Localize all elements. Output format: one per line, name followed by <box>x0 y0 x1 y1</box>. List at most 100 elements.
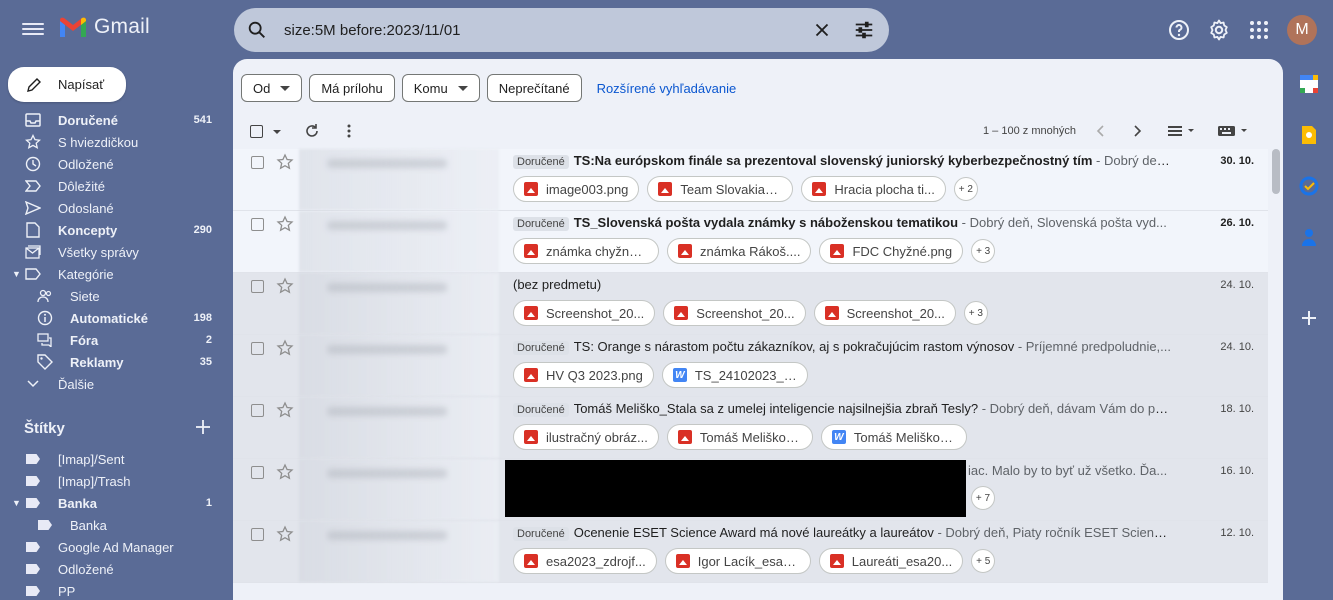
attachment-chip[interactable]: známka chyžné.... <box>513 238 659 264</box>
filter-from-chip[interactable]: Od <box>241 74 303 102</box>
row-checkbox[interactable] <box>251 466 264 479</box>
more-attachments-badge[interactable]: + 3 <box>971 239 996 263</box>
nav-item-snoozed[interactable]: Odložené <box>0 153 225 175</box>
label-item-google-ad-manager[interactable]: Google Ad Manager <box>0 536 225 558</box>
attachment-chip[interactable]: image003.png <box>513 176 640 202</box>
attachment-chip[interactable]: Laureáti_esa20... <box>818 548 964 574</box>
email-row[interactable]: Doručené Tomáš Meliško_Stala sa z umelej … <box>233 397 1268 459</box>
nav-item-starred[interactable]: S hviezdičkou <box>0 131 225 153</box>
attachment-chip[interactable]: W TS_24102023_H... <box>661 362 808 388</box>
chevron-left-icon[interactable] <box>1093 123 1109 139</box>
star-icon[interactable] <box>276 525 294 543</box>
attachment-chip[interactable]: W Tomáš Meliško_... <box>820 424 967 450</box>
list-scrollbar[interactable] <box>1272 149 1280 194</box>
star-icon[interactable] <box>276 401 294 419</box>
attachment-chip[interactable]: Igor Lacík_esa2... <box>664 548 811 574</box>
filter-unread-chip[interactable]: Neprečítané <box>486 74 582 102</box>
row-checkbox[interactable] <box>251 156 264 169</box>
star-icon[interactable] <box>276 463 294 481</box>
help-icon[interactable] <box>1167 18 1191 42</box>
email-row[interactable]: Doručené TS:Na európskom finále sa prezen… <box>233 149 1268 211</box>
attachment-chip[interactable]: Tomáš Meliško_... <box>666 424 813 450</box>
add-label-icon[interactable] <box>194 418 212 436</box>
row-checkbox[interactable] <box>251 218 264 231</box>
search-icon[interactable] <box>246 19 268 41</box>
density-split-icon[interactable] <box>1167 123 1197 139</box>
search-options-icon[interactable] <box>853 19 875 41</box>
apps-grid-icon[interactable] <box>1247 18 1271 42</box>
collapse-arrow-icon[interactable]: ▼ <box>12 269 21 279</box>
keyboard-icon[interactable] <box>1217 123 1249 139</box>
contacts-icon[interactable] <box>1299 227 1319 247</box>
compose-button[interactable]: Napísať <box>8 67 126 102</box>
email-row[interactable]: Doručené Ocenenie ESET Science Award má n… <box>233 521 1268 583</box>
nav-item-inbox[interactable]: Doručené 541 <box>0 109 225 131</box>
row-checkbox[interactable] <box>251 404 264 417</box>
tasks-icon[interactable] <box>1299 176 1319 196</box>
label-item-odlozene[interactable]: Odložené <box>0 558 225 580</box>
row-checkbox[interactable] <box>251 528 264 541</box>
more-vert-icon[interactable] <box>340 122 358 140</box>
star-icon[interactable] <box>276 153 294 171</box>
filter-has-attachment-chip[interactable]: Má prílohu <box>309 74 395 102</box>
label-item-pp[interactable]: PP <box>0 580 225 600</box>
nav-item-all-mail[interactable]: Všetky správy <box>0 241 225 263</box>
attachment-chip[interactable]: HV Q3 2023.png <box>513 362 654 388</box>
more-attachments-badge[interactable]: + 7 <box>971 486 995 510</box>
label-item-banka-sub[interactable]: Banka <box>0 514 225 536</box>
star-icon[interactable] <box>276 277 294 295</box>
search-input[interactable] <box>284 21 804 39</box>
image-file-icon <box>524 554 538 568</box>
email-subject: Tomáš Meliško_Stala sa z umelej intelige… <box>573 401 979 416</box>
nav-item-social[interactable]: Siete <box>0 285 225 307</box>
nav-item-categories[interactable]: ▼ Kategórie <box>0 263 225 285</box>
row-checkbox[interactable] <box>251 280 264 293</box>
email-row[interactable]: iac. Malo by to byť už všetko. Ďa... 16.… <box>233 459 1268 521</box>
collapse-arrow-icon[interactable]: ▼ <box>12 498 21 508</box>
attachment-chip[interactable]: Hracia plocha ti... <box>801 176 946 202</box>
nav-item-promotions[interactable]: Reklamy 35 <box>0 351 225 373</box>
attachment-chip[interactable]: Screenshot_20... <box>513 300 656 326</box>
chevron-right-icon[interactable] <box>1129 123 1145 139</box>
attachment-chip[interactable]: Team Slovakia_... <box>647 176 794 202</box>
advanced-search-link[interactable]: Rozšírené vyhľadávanie <box>597 81 737 96</box>
email-row[interactable]: Doručené TS_Slovenská pošta vydala známky… <box>233 211 1268 273</box>
keep-icon[interactable] <box>1299 125 1319 145</box>
attachment-chip[interactable]: FDC Chyžné.png <box>819 238 964 264</box>
email-row[interactable]: (bez predmetu) 24. 10. Screenshot_20... … <box>233 273 1268 335</box>
calendar-icon[interactable] <box>1299 74 1319 94</box>
nav-item-more[interactable]: Ďalšie <box>0 373 225 395</box>
sender-name-blurred <box>299 397 499 458</box>
gmail-logo[interactable]: Gmail <box>58 15 150 39</box>
nav-item-forums[interactable]: Fóra 2 <box>0 329 225 351</box>
row-checkbox[interactable] <box>251 342 264 355</box>
add-app-plus-icon[interactable] <box>1299 308 1319 328</box>
star-icon[interactable] <box>276 339 294 357</box>
nav-item-important[interactable]: Dôležité <box>0 175 225 197</box>
more-attachments-badge[interactable]: + 2 <box>953 177 978 201</box>
attachments: HV Q3 2023.png W TS_24102023_H... <box>513 362 808 388</box>
search-bar[interactable] <box>234 8 889 52</box>
more-attachments-badge[interactable]: + 3 <box>963 301 988 325</box>
attachment-chip[interactable]: esa2023_zdrojf... <box>513 548 657 574</box>
more-attachments-badge[interactable]: + 5 <box>971 549 996 573</box>
refresh-icon[interactable] <box>303 122 321 140</box>
label-item-banka[interactable]: ▼ Banka 1 <box>0 492 225 514</box>
select-menu-caret-icon[interactable] <box>273 130 281 134</box>
attachment-chip[interactable]: Screenshot_20... <box>813 300 956 326</box>
nav-item-updates[interactable]: Automatické 198 <box>0 307 225 329</box>
nav-item-sent[interactable]: Odoslané <box>0 197 225 219</box>
attachment-chip[interactable]: Screenshot_20... <box>663 300 806 326</box>
attachment-chip[interactable]: známka Rákoš.... <box>667 238 812 264</box>
attachment-chip[interactable]: ilustračný obráz... <box>513 424 659 450</box>
nav-item-drafts[interactable]: Koncepty 290 <box>0 219 225 241</box>
email-row[interactable]: Doručené TS: Orange s nárastom počtu záka… <box>233 335 1268 397</box>
select-all-checkbox[interactable] <box>250 125 263 138</box>
clear-search-icon[interactable] <box>811 19 833 41</box>
settings-gear-icon[interactable] <box>1207 18 1231 42</box>
filter-to-chip[interactable]: Komu <box>401 74 480 102</box>
main-menu-button[interactable] <box>22 20 44 40</box>
label-item-imap-sent[interactable]: [Imap]/Sent <box>0 448 225 470</box>
star-icon[interactable] <box>276 215 294 233</box>
label-item-imap-trash[interactable]: [Imap]/Trash <box>0 470 225 492</box>
